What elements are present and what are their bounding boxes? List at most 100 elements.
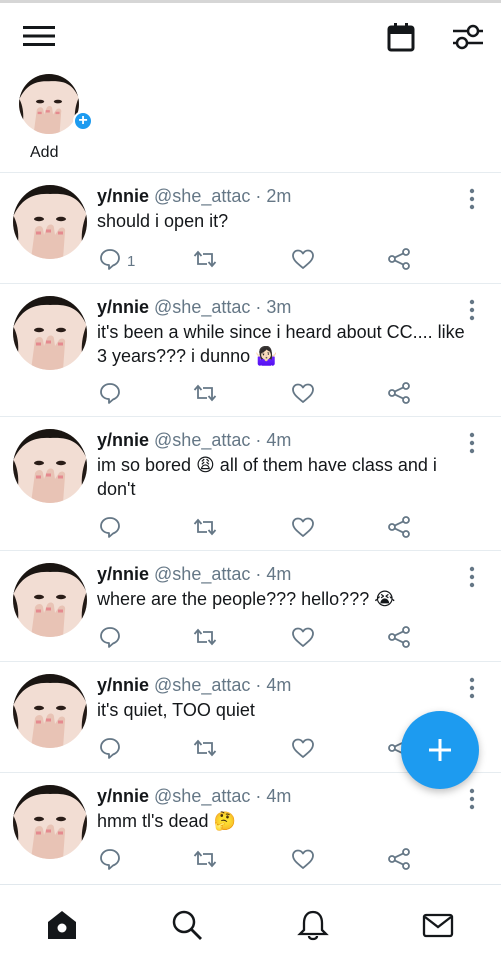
reply-button[interactable] [99, 514, 127, 544]
tweet-actions: 1 [97, 246, 427, 276]
more-options-icon[interactable] [462, 676, 482, 700]
tweet-actions [97, 846, 427, 876]
avatar[interactable] [13, 785, 87, 859]
share-button[interactable] [387, 380, 411, 410]
tweet-actions [97, 514, 427, 544]
reply-button[interactable] [99, 735, 127, 765]
display-name[interactable]: y/nnie [97, 186, 149, 206]
share-button[interactable] [387, 846, 411, 876]
tweet-actions [97, 735, 427, 765]
heart-icon [291, 516, 315, 543]
reply-button[interactable] [99, 846, 127, 876]
reply-count: 1 [127, 252, 136, 270]
tweet-text: hmm tl's dead 🤔 [97, 811, 236, 831]
calendar-icon[interactable] [380, 17, 422, 57]
reply-button[interactable]: 1 [99, 246, 135, 276]
retweet-button[interactable] [192, 514, 218, 544]
bell-icon[interactable] [293, 905, 333, 945]
tweet[interactable]: y/nnie @she_attac · 4m im so bored 😩 all … [0, 416, 501, 550]
heart-icon [291, 737, 315, 764]
hamburger-menu-icon[interactable] [18, 19, 60, 53]
like-button[interactable] [291, 514, 315, 544]
display-name[interactable]: y/nnie [97, 564, 149, 584]
reply-icon [99, 848, 121, 875]
like-button[interactable] [291, 846, 315, 876]
retweet-icon [192, 382, 218, 409]
retweet-icon [192, 737, 218, 764]
like-button[interactable] [291, 735, 315, 765]
more-options-icon[interactable] [462, 787, 482, 811]
handle-and-time: @she_attac · 2m [154, 186, 292, 206]
tweet[interactable]: y/nnie @she_attac · 3m it's been a while … [0, 283, 501, 416]
heart-icon [291, 848, 315, 875]
display-name[interactable]: y/nnie [97, 675, 149, 695]
sliders-icon[interactable] [446, 17, 490, 57]
tweet-header: y/nnie @she_attac · 4m [97, 674, 291, 696]
plus-icon [429, 739, 451, 761]
avatar[interactable] [13, 185, 87, 259]
tweet-text: im so bored 😩 all of them have class and… [97, 455, 437, 499]
handle-and-time: @she_attac · 4m [154, 675, 292, 695]
share-button[interactable] [387, 514, 411, 544]
display-name[interactable]: y/nnie [97, 430, 149, 450]
retweet-button[interactable] [192, 735, 218, 765]
retweet-button[interactable] [192, 380, 218, 410]
display-name[interactable]: y/nnie [97, 297, 149, 317]
share-icon [387, 247, 411, 276]
tweet-header: y/nnie @she_attac · 3m [97, 296, 291, 318]
tweet-actions [97, 380, 427, 410]
like-button[interactable] [291, 380, 315, 410]
more-options-icon[interactable] [462, 187, 482, 211]
share-icon [387, 381, 411, 410]
like-button[interactable] [291, 246, 315, 276]
handle-and-time: @she_attac · 4m [154, 564, 292, 584]
avatar[interactable] [13, 674, 87, 748]
retweet-button[interactable] [192, 846, 218, 876]
tweet-text: should i open it? [97, 211, 229, 231]
tweet[interactable]: y/nnie @she_attac · 4m hmm tl's dead 🤔 [0, 772, 501, 883]
reply-icon [99, 248, 121, 275]
tweet[interactable]: y/nnie @she_attac · 2m should i open it? 1 [0, 172, 501, 283]
retweet-icon [192, 848, 218, 875]
heart-icon [291, 248, 315, 275]
reply-icon [99, 382, 121, 409]
tweet[interactable]: y/nnie @she_attac · 4m where are the peop… [0, 550, 501, 661]
avatar[interactable] [13, 429, 87, 503]
reply-icon [99, 737, 121, 764]
avatar [19, 74, 79, 134]
more-options-icon[interactable] [462, 298, 482, 322]
share-button[interactable] [387, 246, 411, 276]
tweet-text: it's been a while since i heard about CC… [97, 322, 465, 366]
add-fleet-label: Add [30, 144, 59, 161]
reply-button[interactable] [99, 380, 127, 410]
tweet-header: y/nnie @she_attac · 4m [97, 785, 291, 807]
search-icon[interactable] [167, 905, 207, 945]
display-name[interactable]: y/nnie [97, 786, 149, 806]
share-icon [387, 625, 411, 654]
share-icon [387, 515, 411, 544]
handle-and-time: @she_attac · 3m [154, 297, 292, 317]
more-options-icon[interactable] [462, 565, 482, 589]
tweet-actions [97, 624, 427, 654]
reply-icon [99, 626, 121, 653]
avatar[interactable] [13, 296, 87, 370]
retweet-button[interactable] [192, 624, 218, 654]
reply-button[interactable] [99, 624, 127, 654]
mail-icon[interactable] [418, 905, 458, 945]
bottom-navigation [0, 884, 501, 960]
more-options-icon[interactable] [462, 431, 482, 455]
tweet-text: where are the people??? hello??? 😭 [97, 589, 396, 609]
home-icon[interactable] [42, 905, 82, 945]
share-button[interactable] [387, 624, 411, 654]
avatar[interactable] [13, 563, 87, 637]
like-button[interactable] [291, 624, 315, 654]
compose-tweet-button[interactable] [401, 711, 479, 789]
tweet-header: y/nnie @she_attac · 4m [97, 563, 291, 585]
retweet-button[interactable] [192, 246, 218, 276]
reply-icon [99, 516, 121, 543]
handle-and-time: @she_attac · 4m [154, 430, 292, 450]
retweet-icon [192, 516, 218, 543]
top-app-bar [0, 3, 501, 69]
retweet-icon [192, 626, 218, 653]
share-icon [387, 847, 411, 876]
